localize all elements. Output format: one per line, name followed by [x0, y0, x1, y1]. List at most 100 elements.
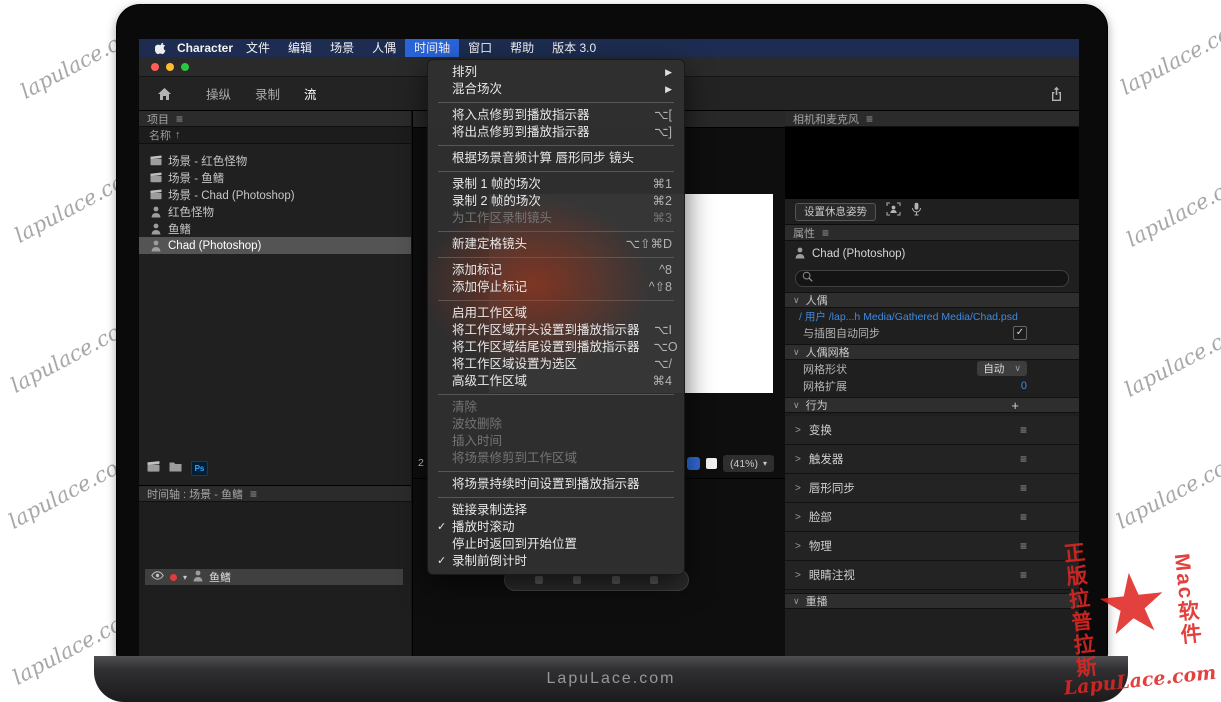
camera-panel-title: 相机和麦克风: [793, 111, 859, 127]
menu-item[interactable]: 将出点修剪到播放指示器⌥]: [428, 124, 684, 141]
menu-item[interactable]: 将入点修剪到播放指示器⌥[: [428, 107, 684, 124]
clapperboard-icon[interactable]: [147, 459, 160, 477]
control-icon[interactable]: [650, 576, 658, 584]
zoom-dropdown[interactable]: (41%) ▾: [723, 455, 774, 472]
menubar-item[interactable]: 帮助: [501, 39, 543, 57]
search-input[interactable]: [795, 270, 1069, 287]
watermark-text: lapulace.com: [1113, 446, 1221, 533]
minimize-button[interactable]: [166, 63, 174, 71]
menubar-item[interactable]: 版本 3.0: [543, 39, 605, 57]
menu-item-label: 停止时返回到开始位置: [452, 536, 672, 553]
menu-item[interactable]: 录制 1 帧的场次⌘1: [428, 176, 684, 193]
microphone-icon[interactable]: [911, 202, 922, 221]
menu-item[interactable]: 混合场次▶: [428, 81, 684, 98]
project-item[interactable]: 场景 - 红色怪物: [139, 152, 411, 169]
screen: Character 文件编辑场景人偶时间轴窗口帮助版本 3.0 操纵录制流 项目…: [139, 39, 1079, 659]
control-icon[interactable]: [573, 576, 581, 584]
panel-menu-icon[interactable]: ≡: [822, 227, 829, 239]
workspace-tab[interactable]: 流: [292, 84, 329, 103]
add-behavior-button[interactable]: +: [1011, 398, 1019, 413]
menu-item[interactable]: 将场景持续时间设置到播放指示器: [428, 476, 684, 493]
menu-item[interactable]: 启用工作区域: [428, 305, 684, 322]
menu-item[interactable]: 链接录制选择: [428, 502, 684, 519]
menubar-item[interactable]: 窗口: [459, 39, 501, 57]
chevron-down-icon[interactable]: ▾: [183, 573, 187, 582]
menu-item-label: 根据场景音频计算 唇形同步 镜头: [452, 150, 672, 167]
panel-menu-icon[interactable]: ≡: [1020, 453, 1027, 465]
check-icon: ✓: [437, 553, 446, 570]
menu-item[interactable]: 添加标记^8: [428, 262, 684, 279]
menu-item: 波纹删除: [428, 416, 684, 433]
project-item-label: 场景 - Chad (Photoshop): [168, 187, 295, 203]
eye-icon[interactable]: [151, 571, 164, 583]
menubar-app-name[interactable]: Character: [177, 41, 233, 55]
timeline-track[interactable]: ▾ 鱼鳍: [145, 569, 403, 585]
workspace-tab[interactable]: 录制: [243, 84, 292, 103]
menu-item[interactable]: 根据场景音频计算 唇形同步 镜头: [428, 150, 684, 167]
set-rest-pose-button[interactable]: 设置休息姿势: [795, 203, 876, 221]
panel-menu-icon[interactable]: ≡: [1020, 511, 1027, 523]
menu-item[interactable]: 新建定格镜头⌥⇧⌘D: [428, 236, 684, 253]
selected-puppet-row[interactable]: Chad (Photoshop): [785, 241, 1079, 267]
photoshop-badge[interactable]: Ps: [191, 461, 208, 476]
menubar-item[interactable]: 时间轴: [405, 39, 459, 57]
color-swatch-white[interactable]: [706, 458, 717, 469]
behavior-row[interactable]: >变换≡: [785, 416, 1079, 445]
folder-icon[interactable]: [169, 459, 182, 477]
auto-sync-checkbox[interactable]: ✓: [1013, 326, 1027, 340]
panel-menu-icon[interactable]: ≡: [176, 113, 183, 125]
project-name-header[interactable]: 名称 ↑: [139, 127, 411, 144]
menubar-item[interactable]: 文件: [237, 39, 279, 57]
behavior-row[interactable]: >眼睛注视≡: [785, 561, 1079, 590]
panel-menu-icon[interactable]: ≡: [866, 113, 873, 125]
menu-item[interactable]: 添加停止标记^⇧8: [428, 279, 684, 296]
menu-item-label: 混合场次: [452, 81, 651, 98]
home-icon[interactable]: [157, 87, 172, 101]
mesh-expansion-value[interactable]: 0: [1021, 380, 1027, 392]
panel-menu-icon[interactable]: ≡: [1020, 424, 1027, 436]
share-icon[interactable]: [1050, 86, 1063, 102]
zoom-button[interactable]: [181, 63, 189, 71]
source-path-link[interactable]: / 用户 /lap...h Media/Gathered Media/Chad.…: [799, 309, 1018, 324]
project-item[interactable]: 场景 - Chad (Photoshop): [139, 186, 411, 203]
apple-icon[interactable]: [155, 41, 167, 55]
section-mesh[interactable]: ∨ 人偶网格: [785, 344, 1079, 360]
mesh-shape-dropdown[interactable]: 自动 ∨: [977, 361, 1027, 376]
menu-item[interactable]: 将工作区域设置为选区⌥/: [428, 356, 684, 373]
control-icon[interactable]: [535, 576, 543, 584]
menu-item[interactable]: 排列▶: [428, 64, 684, 81]
control-icon[interactable]: [612, 576, 620, 584]
behavior-row[interactable]: >脸部≡: [785, 503, 1079, 532]
section-puppet[interactable]: ∨ 人偶: [785, 292, 1079, 308]
chevron-right-icon: >: [795, 512, 801, 523]
project-item[interactable]: 场景 - 鱼鳍: [139, 169, 411, 186]
menubar-item[interactable]: 人偶: [363, 39, 405, 57]
project-item[interactable]: 红色怪物: [139, 203, 411, 220]
record-arm-icon[interactable]: [170, 574, 177, 581]
menubar-item[interactable]: 场景: [321, 39, 363, 57]
color-swatch-blue[interactable]: [687, 457, 700, 470]
panel-menu-icon[interactable]: ≡: [1020, 569, 1027, 581]
panel-menu-icon[interactable]: ≡: [1020, 482, 1027, 494]
menu-item[interactable]: 高级工作区域⌘4: [428, 373, 684, 390]
close-button[interactable]: [151, 63, 159, 71]
behavior-row[interactable]: >唇形同步≡: [785, 474, 1079, 503]
menu-item[interactable]: 录制 2 帧的场次⌘2: [428, 193, 684, 210]
menu-item[interactable]: 将工作区域结尾设置到播放指示器⌥O: [428, 339, 684, 356]
menu-item[interactable]: ✓录制前倒计时: [428, 553, 684, 570]
project-panel-title: 项目: [147, 111, 169, 127]
menubar-item[interactable]: 编辑: [279, 39, 321, 57]
project-item[interactable]: Chad (Photoshop): [139, 237, 411, 254]
behavior-row[interactable]: >触发器≡: [785, 445, 1079, 474]
menu-item[interactable]: 将工作区域开头设置到播放指示器⌥I: [428, 322, 684, 339]
workspace-tab[interactable]: 操纵: [194, 84, 243, 103]
panel-menu-icon[interactable]: ≡: [250, 488, 257, 500]
section-behaviors[interactable]: ∨ 行为 +: [785, 397, 1079, 413]
person-frame-icon[interactable]: [886, 202, 901, 221]
panel-menu-icon[interactable]: ≡: [1020, 540, 1027, 552]
menu-item[interactable]: 停止时返回到开始位置: [428, 536, 684, 553]
section-replay[interactable]: ∨ 重播: [785, 593, 1079, 609]
stamp: 正版拉普拉斯 ★ Mac软件 LapuLace.com: [1034, 527, 1221, 701]
menu-item[interactable]: ✓播放时滚动: [428, 519, 684, 536]
project-item[interactable]: 鱼鳍: [139, 220, 411, 237]
